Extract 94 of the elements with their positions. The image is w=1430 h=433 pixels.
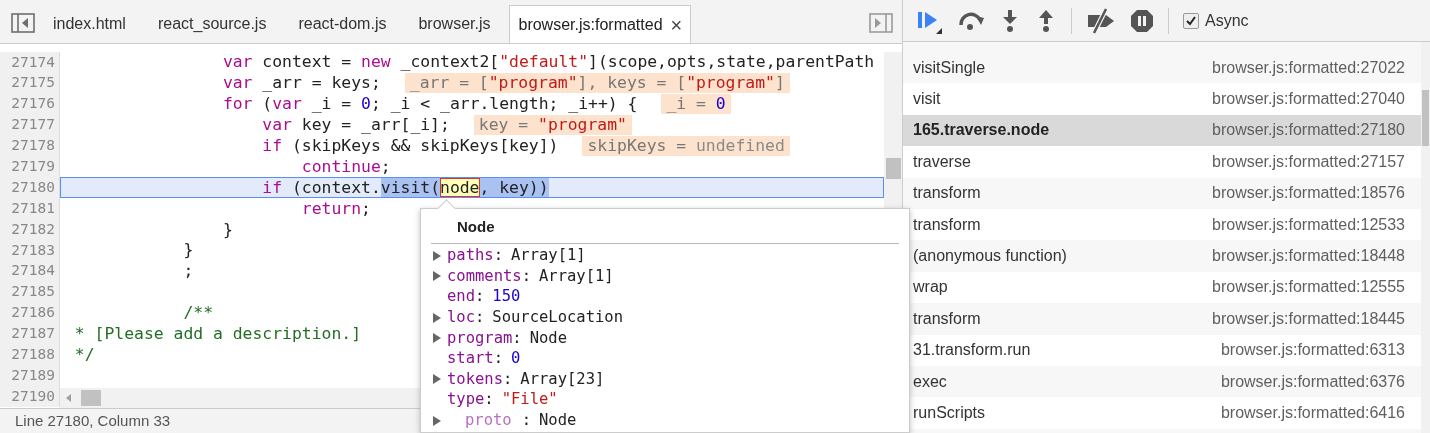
code-line: */ [73,344,95,365]
code-line: /** [182,303,214,324]
frame-location[interactable]: browser.js:formatted:18576 [1212,181,1405,206]
inline-value: _arr = ["program"], keys = ["program"] [404,73,790,94]
object-property: start: 0 [447,348,521,370]
expand-arrow-icon[interactable] [433,271,441,282]
code-line: var _arr = keys; [221,73,381,94]
line-number: 27180 [0,177,60,199]
code-line: for (var _i = 0; _i < _arr.length; _i++) { [221,94,638,115]
function-name: 165.traverse.node [913,120,1050,141]
code-line: var context = new _context2["default"](scope,opts,state,parentPath [221,52,875,73]
frame-location[interactable]: browser.js:formatted:27022 [1212,55,1405,80]
frame-location[interactable]: browser.js:formatted:27180 [1212,118,1405,143]
object-property: type: "File" [447,389,558,411]
file-tab[interactable]: browser.js:formatted × [509,5,692,43]
frame-location[interactable]: browser.js:formatted:6416 [1220,401,1405,425]
file-tab[interactable]: index.html [40,5,139,43]
frame-location[interactable]: browser.js:formatted:12533 [1212,212,1405,237]
line-number: 27189 [0,365,60,387]
line-number: 27183 [0,240,60,261]
sidebar-toggle-icon[interactable] [869,13,893,33]
expand-arrow-icon[interactable] [433,312,441,323]
expand-arrow-icon[interactable] [433,333,441,344]
function-name: exec [913,371,947,392]
line-number: 27175 [0,72,60,94]
frame-location[interactable]: browser.js:formatted:12555 [1212,275,1405,300]
file-tab[interactable]: react_source.js [144,5,280,43]
object-property: proto : Node [464,409,577,431]
code-line: var key = _arr[_i]; [261,115,450,136]
close-button[interactable]: × [670,14,683,35]
expand-arrow-icon[interactable] [433,250,441,261]
code-line: continue; [300,156,391,177]
line-number: 27176 [0,93,60,115]
line-number: 27188 [0,344,60,366]
code-line: } [182,240,194,261]
code-line: return; [300,198,371,219]
function-name: transform [913,183,981,204]
inline-value: key = "program" [473,115,632,136]
function-name: visit [913,89,941,110]
object-property: tokens: Array[23] [447,368,605,390]
line-number: 27185 [0,281,60,303]
expand-arrow-icon[interactable] [433,374,441,385]
call-frame-row[interactable]: visit browser.js:formatted:27040 [903,83,1421,115]
line-number: 27187 [0,323,60,345]
scrollbar-thumb[interactable] [1422,90,1429,146]
frame-location[interactable]: browser.js:formatted:18445 [1212,306,1405,331]
cursor-position: Line 27180, Column 33 [15,410,171,431]
line-number: 27181 [0,198,60,220]
function-name: (anonymous function) [913,246,1067,267]
line-number: 27190 [0,386,60,408]
function-name: visitSingle [913,57,986,78]
call-frame-row[interactable]: 165.traverse.node browser.js:formatted:27180 [903,114,1421,147]
frame-location[interactable]: browser.js:formatted:18448 [1212,244,1405,269]
file-tab[interactable]: browser.js [405,5,504,43]
code-line: ; [182,261,194,282]
function-name: transform [913,214,981,235]
expand-arrow-icon[interactable] [433,415,441,426]
code-line: if (context.visit(node, key)) [261,177,549,198]
line-number: 27174 [0,52,60,73]
line-number: 27178 [0,135,60,157]
deactivate-breakpoints-icon[interactable] [1086,7,1116,34]
line-number: 27179 [0,156,60,178]
line-number: 27184 [0,260,60,282]
async-checkbox[interactable] [1183,12,1199,29]
scrollbar-thumb[interactable] [886,158,901,179]
function-name: transform [913,308,981,329]
code-line: * [Please add a description.] [73,324,362,344]
inline-value: skipKeys = undefined [582,136,790,156]
line-number: 27186 [0,302,60,324]
pause-icon[interactable] [1130,8,1154,33]
object-property: program: Node [447,327,567,349]
frame-location[interactable]: browser.js:formatted:27157 [1212,149,1405,174]
sidebar-toggle-icon[interactable] [11,13,35,33]
call-frame-row[interactable]: traverse browser.js:formatted:27157 [903,146,1421,178]
async-label: Async [1205,10,1249,31]
frame-location[interactable]: browser.js:formatted:6376 [1220,369,1405,394]
line-number: 27182 [0,219,60,240]
code-line: } [221,219,233,240]
line-number: 27177 [0,114,60,136]
function-name: traverse [913,151,971,172]
file-tab[interactable]: react-dom.js [285,5,400,43]
code-line: if (skipKeys && skipKeys[key]) [261,136,559,156]
function-name: 31.transform.run [913,340,1031,361]
object-property: paths: Array[1] [447,245,586,267]
inline-value: _i = 0 [661,94,731,115]
object-property: end: 150 [447,286,521,308]
object-property: loc: SourceLocation [447,306,623,328]
function-name: runScripts [913,403,986,423]
function-name: wrap [913,277,948,298]
hovered-token[interactable]: node [440,177,480,197]
object-property: comments: Array[1] [447,265,614,287]
frame-location[interactable]: browser.js:formatted:27040 [1212,87,1405,112]
frame-location[interactable]: browser.js:formatted:6313 [1220,338,1405,363]
scrollbar-thumb[interactable] [81,390,101,406]
